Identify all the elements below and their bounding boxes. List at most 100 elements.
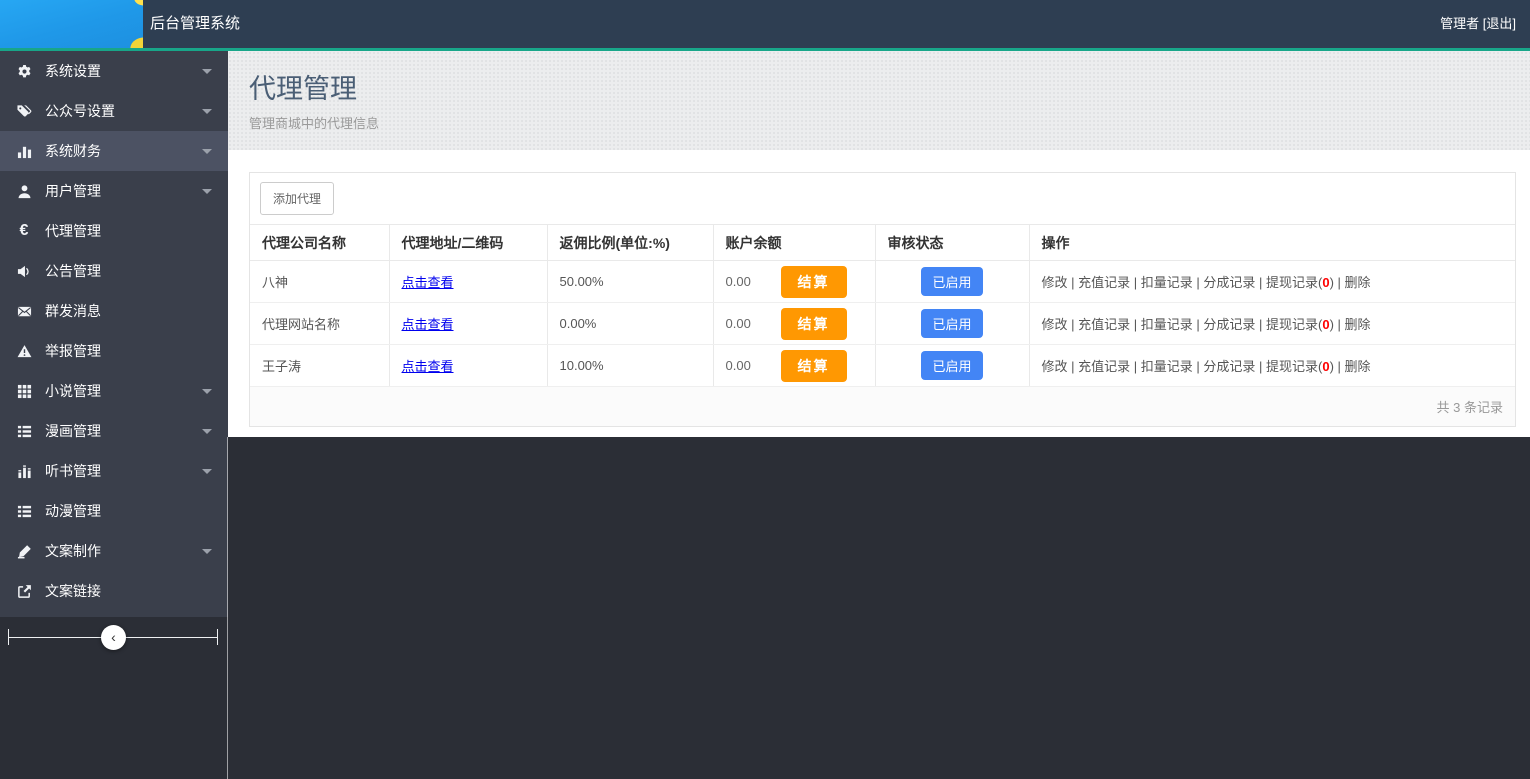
- col-operations: 操作: [1028, 224, 1515, 261]
- sidebar-item-label: 小说管理: [45, 383, 101, 399]
- separator: |: [1067, 275, 1079, 290]
- page-subtitle: 管理商城中的代理信息: [249, 116, 380, 131]
- operation-link[interactable]: 充值记录: [1078, 359, 1130, 374]
- app-root: 后台管理系统 管理者 [退出] 系统设置 公众号设置 系统财务 用户管理 € 代…: [0, 0, 1530, 779]
- sidebar-item-label: 系统设置: [45, 63, 101, 79]
- sidebar-item-system-settings[interactable]: 系统设置: [0, 51, 228, 91]
- operation-link[interactable]: 修改: [1042, 275, 1068, 290]
- delete-link[interactable]: 删除: [1345, 359, 1371, 374]
- operation-link[interactable]: 修改: [1042, 359, 1068, 374]
- sidebar-item-label: 公告管理: [45, 263, 101, 279]
- withdraw-record-link[interactable]: 提现记录(0): [1266, 275, 1334, 290]
- separator: |: [1130, 359, 1141, 374]
- withdraw-count: 0: [1322, 359, 1330, 374]
- sidebar-item-comic-management[interactable]: 漫画管理: [0, 411, 228, 451]
- col-ratio: 返佣比例(单位:%): [546, 224, 713, 261]
- balance-value: 0.00: [725, 358, 751, 373]
- table-footer-row: 共 3 条记录: [250, 386, 1515, 426]
- sidebar-divider-line: [227, 437, 228, 779]
- separator: |: [1255, 275, 1266, 290]
- view-qrcode-link[interactable]: 点击查看: [402, 317, 454, 332]
- status-button[interactable]: 已启用: [921, 267, 983, 296]
- sidebar-item-agent-management[interactable]: € 代理管理: [0, 211, 228, 251]
- withdraw-record-link[interactable]: 提现记录(0): [1266, 359, 1334, 374]
- sidebar-item-official-account-settings[interactable]: 公众号设置: [0, 91, 228, 131]
- balance-value: 0.00: [725, 274, 751, 289]
- settle-button[interactable]: 结算: [780, 265, 847, 298]
- cell-operations: 修改 | 充值记录 | 扣量记录 | 分成记录 | 提现记录(0) | 删除: [1028, 344, 1515, 387]
- sidebar-item-label: 公众号设置: [45, 103, 115, 119]
- operation-link[interactable]: 扣量记录: [1141, 275, 1193, 290]
- sidebar-item-label: 听书管理: [45, 463, 101, 479]
- sidebar-item-copywriting-production[interactable]: 文案制作: [0, 531, 228, 571]
- list-icon: [14, 424, 34, 439]
- delete-link[interactable]: 删除: [1345, 317, 1371, 332]
- separator: |: [1192, 275, 1204, 290]
- accent-divider: [0, 48, 1530, 51]
- panel-toolbar: 添加代理: [250, 173, 1515, 224]
- sidebar-item-label: 文案制作: [45, 543, 101, 559]
- chevron-down-icon: [202, 548, 212, 554]
- table-row: 王子涛 点击查看 10.00% 0.00 结算 已启用 修改 | 充值记录 | …: [250, 344, 1515, 387]
- agents-panel: 添加代理 代理公司名称 代理地址/二维码 返佣比例(单位:%) 账户余额 审核状…: [249, 172, 1516, 427]
- operation-link[interactable]: 扣量记录: [1141, 317, 1193, 332]
- agent-company-name: 八神: [250, 260, 389, 303]
- sidebar-item-label: 动漫管理: [45, 503, 101, 519]
- sidebar-menu: 系统设置 公众号设置 系统财务 用户管理 € 代理管理 公告管理 群发消息 举报…: [0, 51, 228, 617]
- col-qrcode: 代理地址/二维码: [388, 224, 547, 261]
- gear-icon: [14, 64, 34, 79]
- settle-button[interactable]: 结算: [780, 307, 847, 340]
- sidebar-item-system-finance[interactable]: 系统财务: [0, 131, 228, 171]
- operation-link[interactable]: 分成记录: [1203, 317, 1255, 332]
- sidebar-item-animation-management[interactable]: 动漫管理: [0, 491, 228, 531]
- table-row: 八神 点击查看 50.00% 0.00 结算 已启用 修改 | 充值记录 | 扣…: [250, 260, 1515, 303]
- table-body: 八神 点击查看 50.00% 0.00 结算 已启用 修改 | 充值记录 | 扣…: [250, 260, 1515, 387]
- sidebar-item-label: 群发消息: [45, 303, 101, 319]
- add-agent-button[interactable]: 添加代理: [260, 182, 335, 215]
- user-logout-link[interactable]: 管理者 [退出]: [1440, 0, 1516, 48]
- status-button[interactable]: 已启用: [921, 351, 983, 380]
- pen-icon: [14, 544, 34, 559]
- separator: |: [1333, 317, 1345, 332]
- operation-link[interactable]: 分成记录: [1203, 275, 1255, 290]
- col-status: 审核状态: [874, 224, 1029, 261]
- sidebar-item-label: 系统财务: [45, 143, 101, 159]
- status-button[interactable]: 已启用: [921, 309, 983, 338]
- agents-table: 代理公司名称 代理地址/二维码 返佣比例(单位:%) 账户余额 审核状态 操作 …: [250, 224, 1515, 426]
- sidebar-item-user-management[interactable]: 用户管理: [0, 171, 228, 211]
- sidebar-item-novel-management[interactable]: 小说管理: [0, 371, 228, 411]
- delete-link[interactable]: 删除: [1345, 275, 1371, 290]
- operation-link[interactable]: 分成记录: [1203, 359, 1255, 374]
- sidebar-item-announcement-management[interactable]: 公告管理: [0, 251, 228, 291]
- sidebar-item-report-management[interactable]: 举报管理: [0, 331, 228, 371]
- list-icon: [14, 504, 34, 519]
- sidebar-collapse-handle[interactable]: ‹: [101, 625, 126, 650]
- balance-value: 0.00: [725, 316, 751, 331]
- operation-link[interactable]: 充值记录: [1078, 317, 1130, 332]
- user-icon: [14, 184, 34, 199]
- brand-logo-image[interactable]: [0, 0, 143, 48]
- chevron-left-icon: ‹: [111, 628, 116, 645]
- record-count: 共 3 条记录: [250, 386, 1515, 426]
- operation-link[interactable]: 修改: [1042, 317, 1068, 332]
- sidebar-item-label: 文案链接: [45, 583, 101, 599]
- chevron-down-icon: [202, 428, 212, 434]
- page-title: 代理管理: [249, 74, 357, 104]
- separator: |: [1255, 359, 1266, 374]
- separator: |: [1130, 317, 1141, 332]
- operation-link[interactable]: 充值记录: [1078, 275, 1130, 290]
- operation-link[interactable]: 扣量记录: [1141, 359, 1193, 374]
- chevron-down-icon: [202, 148, 212, 154]
- withdraw-record-link[interactable]: 提现记录(0): [1266, 317, 1334, 332]
- sidebar-item-bulk-message[interactable]: 群发消息: [0, 291, 228, 331]
- separator: |: [1067, 317, 1079, 332]
- separator: |: [1192, 317, 1204, 332]
- settle-button[interactable]: 结算: [780, 349, 847, 382]
- sidebar-item-audiobook-management[interactable]: 听书管理: [0, 451, 228, 491]
- rebate-ratio: 0.00%: [546, 302, 713, 345]
- view-qrcode-link[interactable]: 点击查看: [402, 275, 454, 290]
- col-balance: 账户余额: [712, 224, 875, 261]
- sidebar-item-copywriting-link[interactable]: 文案链接: [0, 571, 228, 611]
- rebate-ratio: 10.00%: [546, 344, 713, 387]
- view-qrcode-link[interactable]: 点击查看: [402, 359, 454, 374]
